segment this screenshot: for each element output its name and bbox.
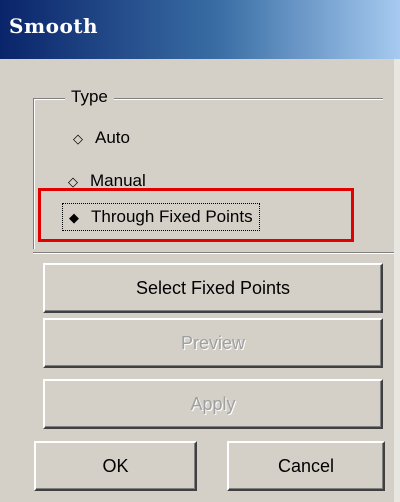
preview-button[interactable]: Preview bbox=[43, 318, 383, 368]
window-title: Smooth bbox=[9, 14, 99, 38]
window-edge bbox=[394, 59, 400, 502]
select-fixed-points-button[interactable]: Select Fixed Points bbox=[43, 263, 383, 313]
smooth-dialog: Smooth Type ◇ Auto ◇ Manual ◆ Through Fixed… bbox=[0, 0, 400, 502]
radio-auto-label: Auto bbox=[95, 128, 130, 147]
separator bbox=[33, 252, 395, 254]
cancel-button[interactable]: Cancel bbox=[227, 441, 385, 491]
radio-unselected-icon: ◇ bbox=[73, 131, 83, 146]
ok-button[interactable]: OK bbox=[34, 441, 197, 491]
radio-auto[interactable]: ◇ Auto bbox=[73, 128, 130, 148]
apply-button[interactable]: Apply bbox=[43, 379, 383, 429]
red-highlight-box bbox=[38, 188, 354, 242]
type-group-label: Type bbox=[65, 87, 114, 107]
title-bar[interactable]: Smooth bbox=[0, 0, 400, 59]
